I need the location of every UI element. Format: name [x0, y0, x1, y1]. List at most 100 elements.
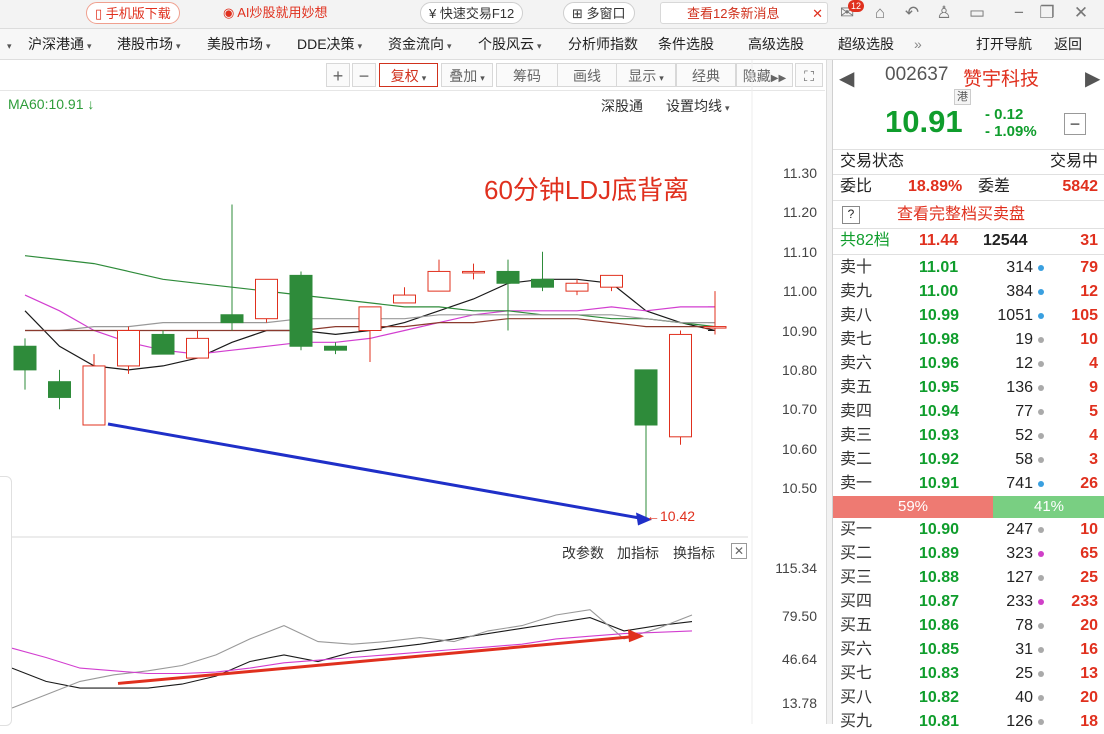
ask-row[interactable]: 卖七 10.98 19 10 [833, 328, 1104, 352]
price-tick-label: 11.30 [783, 165, 817, 181]
bid-row[interactable]: 买七 10.83 25 13 [833, 662, 1104, 686]
ma-settings-dropdown[interactable]: 设置均线 ▾ [666, 96, 730, 116]
candle-body [634, 369, 658, 426]
stock-code: 002637 [885, 64, 949, 85]
hk-connect-badge: 港 [954, 89, 971, 105]
ask-count: 12 [1080, 283, 1098, 300]
menu-super-select[interactable]: 超级选股 [838, 29, 894, 59]
candle-body [220, 314, 244, 324]
summary-count: 31 [1080, 232, 1098, 249]
candle-body [496, 270, 520, 284]
bid-row[interactable]: 买二 10.89 323 65 [833, 542, 1104, 566]
menu-back[interactable]: 返回 [1054, 29, 1082, 59]
candle-body [427, 270, 451, 292]
arrow-head-icon [628, 629, 644, 643]
ask-level-label: 卖六 [840, 355, 873, 372]
book-summary-row: 共82档 11.44 12544 31 [833, 229, 1104, 253]
bid-row[interactable]: 买五 10.86 78 20 [833, 614, 1104, 638]
ask-row[interactable]: 卖三 10.93 52 4 [833, 424, 1104, 448]
stock-connect-link[interactable]: 深股通 [601, 96, 643, 116]
price-change-percent: - 1.09% [985, 123, 1037, 140]
bid-row[interactable]: 买六 10.85 31 16 [833, 638, 1104, 662]
ask-price: 10.91 [919, 475, 960, 492]
ask-price: 10.94 [919, 403, 960, 420]
bid-row[interactable]: 买四 10.87 233 233 [833, 590, 1104, 614]
layout-icon[interactable]: ▭ [966, 3, 988, 23]
ask-volume: 19 [1015, 331, 1033, 348]
close-indicator-icon[interactable]: ✕ [731, 543, 747, 559]
bid-level-label: 买三 [840, 569, 873, 586]
bid-price: 10.87 [919, 593, 960, 610]
ask-count: 26 [1080, 475, 1098, 492]
collapse-button[interactable]: − [1064, 113, 1086, 135]
bid-row[interactable]: 买八 10.82 40 20 [833, 686, 1104, 710]
divider [833, 254, 1104, 255]
next-stock-icon[interactable]: ▶ [1085, 66, 1100, 91]
order-dot-icon [1038, 647, 1044, 653]
price-tick-label: 11.20 [783, 204, 817, 221]
ask-price: 10.93 [919, 427, 960, 444]
status-value: 交易中 [1049, 153, 1098, 170]
ask-count: 4 [1089, 427, 1098, 444]
candle-body [255, 278, 278, 320]
menu-label: 超级选股 [838, 36, 894, 52]
change-params-link[interactable]: 改参数 [562, 543, 604, 563]
help-icon[interactable]: ? [842, 206, 860, 224]
bid-row[interactable]: 买九 10.81 126 18 [833, 710, 1104, 734]
order-dot-icon [1038, 527, 1044, 533]
quote-panel: ◀ ▶ 002637 赞宇科技 港 10.91 - 0.12 - 1.09% −… [832, 60, 1104, 730]
buy-ratio: 41% [993, 496, 1104, 518]
ask-row[interactable]: 卖十 11.01 314 79 [833, 256, 1104, 280]
ask-row[interactable]: 卖六 10.96 12 4 [833, 352, 1104, 376]
ask-row[interactable]: 卖五 10.95 136 9 [833, 376, 1104, 400]
bid-volume: 40 [1015, 689, 1033, 706]
bid-price: 10.89 [919, 545, 960, 562]
candle-body [393, 294, 416, 304]
price-tick-label: 10.70 [781, 401, 817, 418]
full-book-link[interactable]: 查看完整档买卖盘 [897, 203, 1025, 227]
stock-name: 赞宇科技 [963, 69, 1040, 90]
bid-level-label: 买五 [840, 617, 873, 634]
skin-shirt-icon[interactable]: ♙ [933, 3, 955, 23]
order-dot-icon [1038, 599, 1044, 605]
ask-row[interactable]: 卖二 10.92 58 3 [833, 448, 1104, 472]
ask-row[interactable]: 卖九 11.00 384 12 [833, 280, 1104, 304]
prev-stock-icon[interactable]: ◀ [839, 66, 854, 91]
menu-label: 返回 [1054, 36, 1082, 52]
full-book-row[interactable]: ? 查看完整档买卖盘 [833, 203, 1104, 227]
summary-label: 共82档 [840, 232, 890, 249]
ask-row[interactable]: 卖一 10.91 741 26 [833, 472, 1104, 496]
ask-level-label: 卖九 [840, 283, 873, 300]
ask-level-label: 卖十 [840, 259, 873, 276]
bid-volume: 126 [1006, 713, 1033, 730]
order-dot-icon [1038, 575, 1044, 581]
ma-settings-label: 设置均线 [666, 98, 722, 114]
home-icon[interactable]: ⌂ [869, 3, 891, 23]
bid-volume: 25 [1015, 665, 1033, 682]
restore-icon[interactable]: ❐ [1036, 3, 1058, 23]
mail-icon[interactable]: ✉ 12 [836, 0, 865, 23]
ask-row[interactable]: 卖四 10.94 77 5 [833, 400, 1104, 424]
indicator-divergence-line [117, 634, 639, 685]
side-panel-edge[interactable] [0, 476, 12, 726]
trade-status-row: 交易状态 交易中 [833, 150, 1104, 174]
menu-more[interactable]: » [914, 29, 922, 59]
swap-indicator-link[interactable]: 换指标 [673, 543, 715, 563]
bid-count: 16 [1080, 641, 1098, 658]
price-change: - 0.12 [985, 106, 1024, 123]
summary-price: 11.44 [919, 232, 959, 249]
menu-open-nav[interactable]: 打开导航 [976, 29, 1032, 59]
order-dot-icon [1038, 289, 1044, 295]
bid-row[interactable]: 买一 10.90 247 10 [833, 518, 1104, 542]
ask-volume: 136 [1006, 379, 1033, 396]
ask-level-label: 卖二 [840, 451, 873, 468]
ask-count: 3 [1089, 451, 1098, 468]
bid-row[interactable]: 买三 10.88 127 25 [833, 566, 1104, 590]
ask-row[interactable]: 卖八 10.99 1051 105 [833, 304, 1104, 328]
undo-icon[interactable]: ↶ [901, 3, 923, 23]
add-indicator-link[interactable]: 加指标 [617, 543, 659, 563]
candle-body [82, 365, 106, 426]
bid-level-label: 买二 [840, 545, 873, 562]
minimize-icon[interactable]: − [1008, 3, 1030, 23]
window-close-icon[interactable]: ✕ [1070, 3, 1092, 23]
